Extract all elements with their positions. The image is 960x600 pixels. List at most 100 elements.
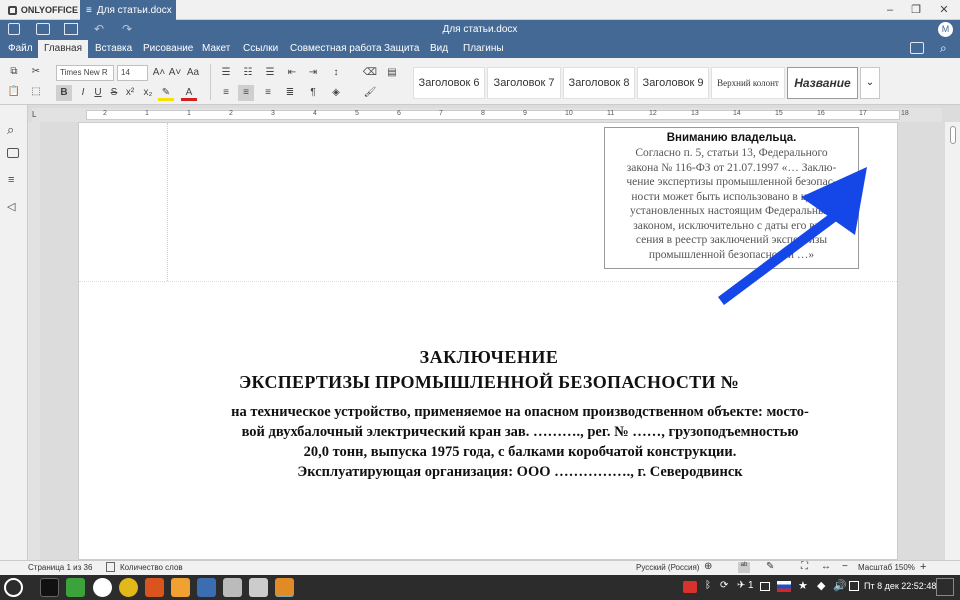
clock[interactable]: Пт 8 дек 22:52:48 [864,581,936,591]
menu-collaboration[interactable]: Совместная работа [286,40,386,58]
find-icon[interactable]: ⌕ [7,122,14,138]
navigation-icon[interactable]: ≡ [8,174,14,186]
zoom-out-icon[interactable]: − [842,561,848,572]
app-sun-icon[interactable] [119,578,138,597]
feedback-icon[interactable]: ◁ [7,200,15,213]
calculator-icon[interactable] [249,578,268,597]
font-color-button[interactable]: A [181,85,197,101]
document-page[interactable]: Вниманию владельца. Согласно п. 5, стать… [78,122,899,560]
font-size-select[interactable]: 14 [117,65,148,81]
numbering-icon[interactable]: ☷ [240,65,256,81]
keyboard-layout-flag-icon[interactable] [777,581,791,592]
app-blue-icon[interactable] [197,578,216,597]
multilevel-list-icon[interactable]: ☰ [262,65,278,81]
bullets-icon[interactable]: ☰ [218,65,234,81]
font-name-select[interactable]: Times New R [56,65,114,81]
onlyoffice-taskbar-icon[interactable] [275,578,294,597]
minimize-button[interactable]: – [880,2,900,18]
close-button[interactable]: ✕ [934,2,954,18]
yandex-browser-icon[interactable] [93,578,112,597]
fit-page-icon[interactable]: ⛶ [801,561,808,572]
show-desktop-icon[interactable] [936,578,954,596]
zoom-level[interactable]: Масштаб 150% [858,563,915,572]
format-painter-icon[interactable]: 🖌 [362,85,378,101]
comments-icon[interactable] [7,148,19,158]
style-heading-9[interactable]: Заголовок 9 [637,67,709,99]
notifications-icon[interactable]: ✈ [737,580,745,591]
user-avatar[interactable]: M [938,22,953,37]
paste-icon[interactable]: 📋 [6,84,22,100]
globe-icon[interactable]: ⊕ [704,561,712,572]
app-document-icon[interactable] [223,578,242,597]
align-left-icon[interactable]: ≡ [218,85,234,101]
menu-layout[interactable]: Макет [198,40,234,58]
zoom-in-icon[interactable]: + [920,561,926,573]
scrollbar-thumb[interactable] [950,126,956,144]
menu-protection[interactable]: Защита [380,40,423,58]
change-case-icon[interactable]: Aa [185,65,201,81]
document-tab[interactable]: ≡ Для статьи.docx [80,0,176,20]
subscript-button[interactable]: x₂ [140,85,156,101]
highlight-icon[interactable]: ✎ [158,85,174,101]
decrease-font-icon[interactable]: A˅ [167,65,183,81]
decrease-indent-icon[interactable]: ⇤ [284,65,300,81]
fit-width-icon[interactable]: ↔ [821,561,831,572]
increase-font-icon[interactable]: A˄ [151,65,167,81]
styles-more-chevron-icon[interactable]: ⌄ [860,67,880,99]
superscript-button[interactable]: x² [122,85,138,101]
tray-app-icon[interactable] [683,581,697,593]
tab-stop-icon[interactable]: L [32,110,36,119]
spellcheck-icon[interactable]: ab [738,562,750,573]
style-heading-6[interactable]: Заголовок 6 [413,67,485,99]
style-heading-7[interactable]: Заголовок 7 [487,67,561,99]
cut-icon[interactable]: ✂ [28,64,44,80]
files-icon[interactable] [66,578,85,597]
style-title[interactable]: Название [787,67,858,99]
clear-style-icon[interactable]: ⌫ [362,65,378,81]
sync-icon[interactable]: ⟳ [720,580,728,591]
page-indicator[interactable]: Страница 1 из 36 [28,563,92,572]
line-spacing-icon[interactable]: ↕ [328,65,344,81]
justify-icon[interactable]: ≣ [282,85,298,101]
app-chat-icon[interactable] [171,578,190,597]
menu-home[interactable]: Главная [38,40,88,58]
menu-view[interactable]: Вид [426,40,452,58]
menu-draw[interactable]: Рисование [139,40,197,58]
copy-style-icon[interactable]: ▤ [384,65,400,81]
app-burst-icon[interactable] [145,578,164,597]
select-all-icon[interactable]: ⬚ [28,84,44,100]
underline-button[interactable]: U [90,85,106,101]
terminal-icon[interactable] [40,578,59,597]
bold-button[interactable]: B [56,85,72,101]
favorites-icon[interactable]: ★ [798,579,808,592]
style-heading-8[interactable]: Заголовок 8 [563,67,635,99]
menu-file[interactable]: Файл [4,40,37,58]
menu-references[interactable]: Ссылки [239,40,282,58]
start-menu-icon[interactable] [4,578,23,597]
volume-icon[interactable]: 🔊 [833,579,847,592]
align-right-icon[interactable]: ≡ [260,85,276,101]
strikethrough-button[interactable]: S [106,85,122,101]
restore-button[interactable]: ❐ [906,2,926,18]
track-changes-icon[interactable]: ✎ [766,561,774,572]
copy-icon[interactable]: ⧉ [6,64,22,80]
align-center-icon[interactable]: ≡ [238,85,254,101]
app-tab[interactable]: ONLYOFFICE [0,0,78,20]
word-count[interactable]: Количество слов [120,563,183,572]
search-icon[interactable]: ⌕ [940,41,947,56]
wifi-icon[interactable]: ◆ [817,579,825,592]
increase-indent-icon[interactable]: ⇥ [305,65,321,81]
language-select[interactable]: Русский (Россия) [636,563,699,572]
paragraph-marks-icon[interactable]: ¶ [305,85,321,101]
display-icon[interactable] [760,582,770,591]
menu-plugins[interactable]: Плагины [459,40,508,58]
vertical-scrollbar[interactable] [945,122,960,560]
battery-icon[interactable] [849,581,859,591]
menu-insert[interactable]: Вставка [91,40,136,58]
shading-icon[interactable]: ◈ [328,85,344,101]
document-canvas[interactable]: Вниманию владельца. Согласно п. 5, стать… [40,122,942,560]
style-header[interactable]: Верхний колонт [711,67,785,99]
italic-button[interactable]: I [75,85,91,101]
open-location-icon[interactable] [910,42,924,54]
bluetooth-icon[interactable]: ᛒ [705,580,711,591]
